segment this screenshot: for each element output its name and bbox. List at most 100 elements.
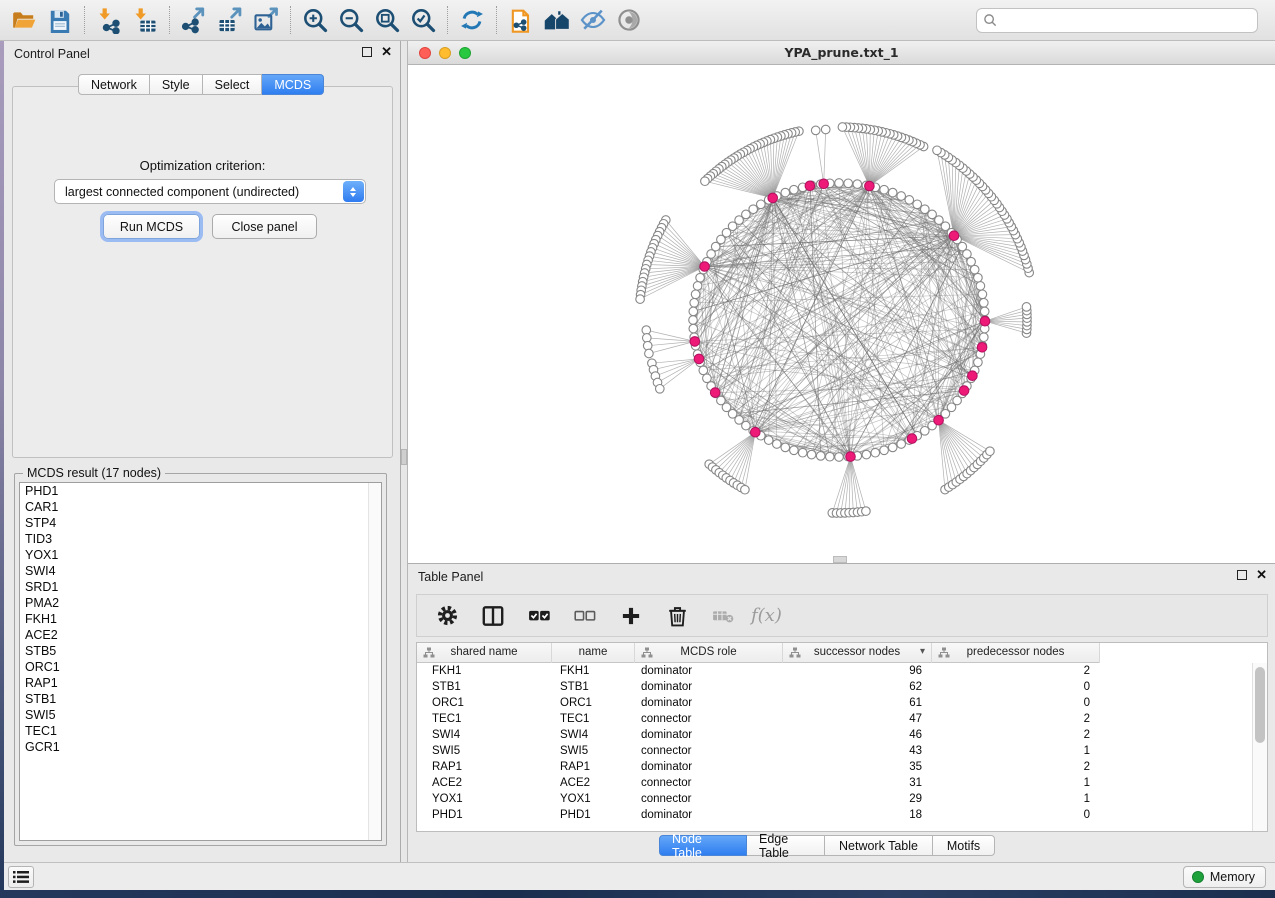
graph-node[interactable]: [921, 205, 930, 214]
cell-predecessor-nodes[interactable]: 2: [932, 711, 1100, 727]
mcds-result-item[interactable]: STP4: [20, 515, 381, 531]
mcds-result-item[interactable]: SWI5: [20, 707, 381, 723]
task-history-button[interactable]: [8, 866, 34, 888]
mcds-result-item[interactable]: PMA2: [20, 595, 381, 611]
cell-shared-name[interactable]: STB1: [417, 679, 552, 695]
graph-node[interactable]: [980, 307, 989, 316]
cell-shared-name[interactable]: SWI5: [417, 743, 552, 759]
cell-predecessor-nodes[interactable]: 1: [932, 791, 1100, 807]
graph-node[interactable]: [978, 290, 987, 299]
graph-node[interactable]: [689, 324, 698, 333]
cell-name[interactable]: ACE2: [552, 775, 635, 791]
cell-name[interactable]: SWI5: [552, 743, 635, 759]
column-header-predecessor-nodes[interactable]: predecessor nodes: [932, 643, 1100, 663]
graph-leaf-node[interactable]: [643, 334, 652, 343]
cell-mcds-role[interactable]: dominator: [635, 663, 783, 679]
graph-hub-node[interactable]: [694, 354, 704, 364]
graph-leaf-node[interactable]: [741, 485, 750, 494]
cell-predecessor-nodes[interactable]: 0: [932, 695, 1100, 711]
import-network-icon[interactable]: [91, 3, 127, 37]
mcds-result-item[interactable]: TEC1: [20, 723, 381, 739]
cell-shared-name[interactable]: PHD1: [417, 807, 552, 823]
zoom-in-icon[interactable]: [297, 3, 333, 37]
tab-node-table[interactable]: Node Table: [659, 835, 747, 856]
graph-node[interactable]: [781, 188, 790, 197]
float-panel-icon[interactable]: [1237, 570, 1247, 580]
network-from-selection-icon[interactable]: [503, 3, 539, 37]
settings-gear-icon[interactable]: [429, 599, 465, 633]
cell-successor-nodes[interactable]: 18: [783, 807, 932, 823]
graph-node[interactable]: [693, 282, 702, 291]
graph-hub-node[interactable]: [968, 371, 978, 381]
zoom-out-icon[interactable]: [333, 3, 369, 37]
cell-predecessor-nodes[interactable]: 2: [932, 663, 1100, 679]
table-body[interactable]: FKH1FKH1dominator962STB1STB1dominator620…: [417, 663, 1252, 831]
network-window-titlebar[interactable]: YPA_prune.txt_1: [408, 41, 1275, 65]
tab-network[interactable]: Network: [78, 74, 150, 95]
close-panel-button[interactable]: Close panel: [212, 214, 317, 239]
cell-successor-nodes[interactable]: 35: [783, 759, 932, 775]
hide-graphics-details-icon[interactable]: [575, 3, 611, 37]
graph-hub-node[interactable]: [977, 343, 987, 353]
horizontal-splitter-grip[interactable]: [833, 556, 847, 563]
graph-node[interactable]: [853, 180, 862, 189]
cell-mcds-role[interactable]: dominator: [635, 727, 783, 743]
cell-mcds-role[interactable]: connector: [635, 791, 783, 807]
memory-button[interactable]: Memory: [1183, 866, 1266, 888]
mcds-list-scrollbar[interactable]: [368, 483, 381, 840]
graph-node[interactable]: [790, 446, 799, 455]
graph-leaf-node[interactable]: [1022, 303, 1031, 312]
show-graphics-details-icon[interactable]: [611, 3, 647, 37]
search-input[interactable]: [1002, 14, 1257, 28]
graph-node[interactable]: [897, 440, 906, 449]
cell-successor-nodes[interactable]: 47: [783, 711, 932, 727]
graph-node[interactable]: [798, 448, 807, 457]
graph-node[interactable]: [773, 440, 782, 449]
cell-shared-name[interactable]: SWI4: [417, 727, 552, 743]
cell-predecessor-nodes[interactable]: 2: [932, 727, 1100, 743]
graph-node[interactable]: [871, 448, 880, 457]
deselect-all-icon[interactable]: [567, 599, 603, 633]
cell-predecessor-nodes[interactable]: 0: [932, 807, 1100, 823]
graph-node[interactable]: [880, 185, 889, 194]
cell-shared-name[interactable]: ORC1: [417, 695, 552, 711]
graph-leaf-node[interactable]: [701, 177, 710, 186]
add-row-icon[interactable]: [613, 599, 649, 633]
save-icon[interactable]: [42, 3, 78, 37]
cell-successor-nodes[interactable]: 61: [783, 695, 932, 711]
mcds-result-item[interactable]: TID3: [20, 531, 381, 547]
graph-node[interactable]: [690, 299, 699, 308]
graph-node[interactable]: [888, 443, 897, 452]
optimization-criterion-select[interactable]: largest connected component (undirected): [54, 179, 366, 204]
graph-leaf-node[interactable]: [645, 349, 654, 358]
graph-node[interactable]: [880, 446, 889, 455]
mcds-result-item[interactable]: SRD1: [20, 579, 381, 595]
graph-node[interactable]: [764, 436, 773, 445]
float-panel-icon[interactable]: [362, 47, 372, 57]
export-image-icon[interactable]: [248, 3, 284, 37]
refresh-icon[interactable]: [454, 3, 490, 37]
graph-node[interactable]: [974, 358, 983, 367]
graph-node[interactable]: [888, 188, 897, 197]
graph-node[interactable]: [913, 200, 922, 209]
graph-node[interactable]: [691, 290, 700, 299]
graph-node[interactable]: [835, 453, 844, 462]
graph-hub-node[interactable]: [768, 193, 778, 203]
network-graph[interactable]: [408, 65, 1274, 562]
mcds-result-item[interactable]: YOX1: [20, 547, 381, 563]
tab-edge-table[interactable]: Edge Table: [747, 835, 825, 856]
delete-row-icon[interactable]: [659, 599, 695, 633]
table-scrollbar[interactable]: [1252, 663, 1267, 831]
close-panel-icon[interactable]: ✕: [381, 47, 392, 57]
open-folder-icon[interactable]: [6, 3, 42, 37]
tab-motifs[interactable]: Motifs: [933, 835, 995, 856]
graph-node[interactable]: [897, 192, 906, 201]
graph-node[interactable]: [816, 452, 825, 461]
table-row[interactable]: SWI5SWI5connector431: [417, 743, 1252, 759]
cell-successor-nodes[interactable]: 96: [783, 663, 932, 679]
table-row[interactable]: ORC1ORC1dominator610: [417, 695, 1252, 711]
graph-node[interactable]: [974, 273, 983, 282]
cell-mcds-role[interactable]: connector: [635, 711, 783, 727]
cell-mcds-role[interactable]: connector: [635, 775, 783, 791]
cell-shared-name[interactable]: TEC1: [417, 711, 552, 727]
